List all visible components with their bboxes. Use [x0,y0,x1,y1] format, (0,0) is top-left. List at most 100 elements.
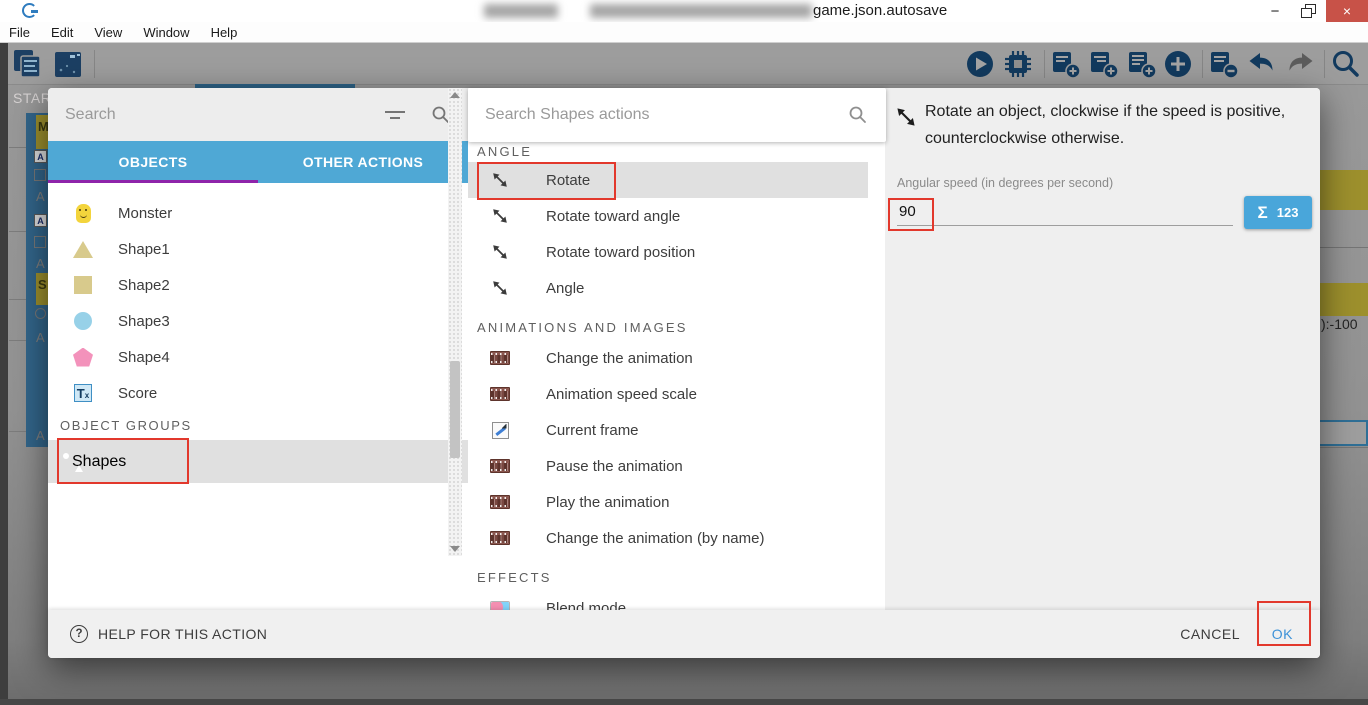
film-icon [490,495,510,509]
list-item-shape4[interactable]: Shape4 [48,339,468,375]
minimize-button[interactable]: − [1258,0,1292,22]
objects-search-bar [48,88,468,141]
object-label: Shape4 [118,348,170,366]
help-for-this-action-link[interactable]: ? HELP FOR THIS ACTION [70,610,267,658]
help-icon: ? [70,625,88,643]
field-label: Angular speed (in degrees per second) [897,176,1114,190]
tree-line [9,299,26,300]
action-label: Angle [546,279,585,297]
action-item-pause-animation[interactable]: Pause the animation [468,448,885,484]
action-item-rotate-toward-position[interactable]: Rotate toward position [468,234,885,270]
list-item-shape3[interactable]: Shape3 [48,303,468,339]
list-item-shape2[interactable]: Shape2 [48,267,468,303]
comment-row-fragment [1320,283,1368,316]
scroll-up-icon[interactable] [450,92,460,98]
project-manager-icon[interactable] [12,48,44,80]
object-label: Shape2 [118,276,170,294]
tab-objects[interactable]: OBJECTS [48,141,258,183]
screen: game.json.autosave − × File Edit View Wi… [0,0,1368,705]
redo-icon[interactable] [1284,48,1316,80]
action-chip-fragment: A [34,214,47,227]
film-icon [490,387,510,401]
action-item-play-animation[interactable]: Play the animation [468,484,885,520]
scroll-down-icon[interactable] [450,546,460,552]
action-item-rotate[interactable]: Rotate [468,162,868,198]
list-item-monster[interactable]: Monster [48,195,468,231]
list-item-shapes-group[interactable]: Shapes [48,440,468,483]
play-preview-icon[interactable] [964,48,996,80]
menu-help[interactable]: Help [211,25,238,40]
action-label: Current frame [546,421,639,439]
scrollbar-thumb[interactable] [450,361,460,458]
action-config-panel: Rotate an object, clockwise if the speed… [885,88,1320,610]
debug-icon[interactable] [1002,48,1034,80]
comment-row-fragment [1320,170,1368,210]
tab-other-actions[interactable]: OTHER ACTIONS [258,141,468,183]
text-object-icon [74,384,92,402]
action-item-change-animation-by-name[interactable]: Change the animation (by name) [468,520,885,556]
tab-other-actions-label: OTHER ACTIONS [302,154,424,170]
menu-window[interactable]: Window [143,25,189,40]
add-circle-icon[interactable] [1162,48,1194,80]
action-item-rotate-toward-angle[interactable]: Rotate toward angle [468,198,885,234]
expression-editor-button[interactable]: Σ 123 [1244,196,1312,229]
rotate-arrow-icon [897,108,915,126]
object-label: Shape1 [118,240,170,258]
actions-scrollbar[interactable] [448,88,462,556]
action-label: Rotate toward position [546,243,696,261]
add-subevent-icon[interactable] [1088,48,1120,80]
film-icon [490,351,510,365]
triangle-icon [73,240,93,258]
undo-icon[interactable] [1246,48,1278,80]
ok-button[interactable]: OK [1272,610,1293,658]
action-text-fragment: ):-100 [1321,316,1358,332]
search-toolbar-icon[interactable] [1330,48,1362,80]
rotate-arrow-icon [493,173,507,187]
actions-search-input[interactable] [468,106,848,124]
objects-tab-bar: OBJECTS OTHER ACTIONS [48,141,468,183]
checkbox-fragment [34,169,46,181]
blend-mode-icon [490,600,510,610]
add-event-icon[interactable] [1050,48,1082,80]
toolbar-separator [1044,50,1045,78]
action-label: Pause the animation [546,457,683,475]
pentagon-icon [73,347,93,367]
comment-row-fragment: S [36,273,48,305]
row-divider [1320,447,1368,448]
list-item-score[interactable]: Score [48,375,468,411]
toolbar-separator [1324,50,1325,78]
menu-edit[interactable]: Edit [51,25,73,40]
menu-view[interactable]: View [94,25,122,40]
monster-icon [75,203,91,223]
filter-icon[interactable] [385,109,405,121]
checkbox-fragment [34,236,46,248]
menu-file[interactable]: File [9,25,30,40]
restore-button[interactable] [1292,0,1326,22]
action-label: Animation speed scale [546,385,697,403]
search-icon[interactable] [848,105,868,125]
actions-search-bar [468,88,886,142]
angular-speed-input[interactable] [897,198,1233,226]
tree-line [9,431,26,432]
toolbar [0,43,1368,85]
tree-line [9,231,26,232]
scene-editor-icon[interactable] [52,48,84,80]
add-comment-icon[interactable] [1126,48,1158,80]
action-item-blend-mode[interactable]: Blend mode [468,590,885,610]
action-item-animation-speed-scale[interactable]: Animation speed scale [468,376,885,412]
close-button[interactable]: × [1326,0,1368,22]
square-icon [74,276,92,294]
action-chip-fragment: A [34,150,47,163]
objects-search-input[interactable] [48,105,385,124]
row-divider [1320,247,1368,248]
restore-icon [1301,4,1317,18]
action-item-current-frame[interactable]: Current frame [468,412,885,448]
list-item-shape1[interactable]: Shape1 [48,231,468,267]
object-label: Shape3 [118,312,170,330]
action-item-angle[interactable]: Angle [468,270,885,306]
action-item-change-animation[interactable]: Change the animation [468,340,885,376]
section-header-effects: EFFECTS [477,570,552,585]
comment-row-fragment: M [36,115,49,149]
delete-event-icon[interactable] [1208,48,1240,80]
cancel-button[interactable]: CANCEL [1180,610,1240,658]
